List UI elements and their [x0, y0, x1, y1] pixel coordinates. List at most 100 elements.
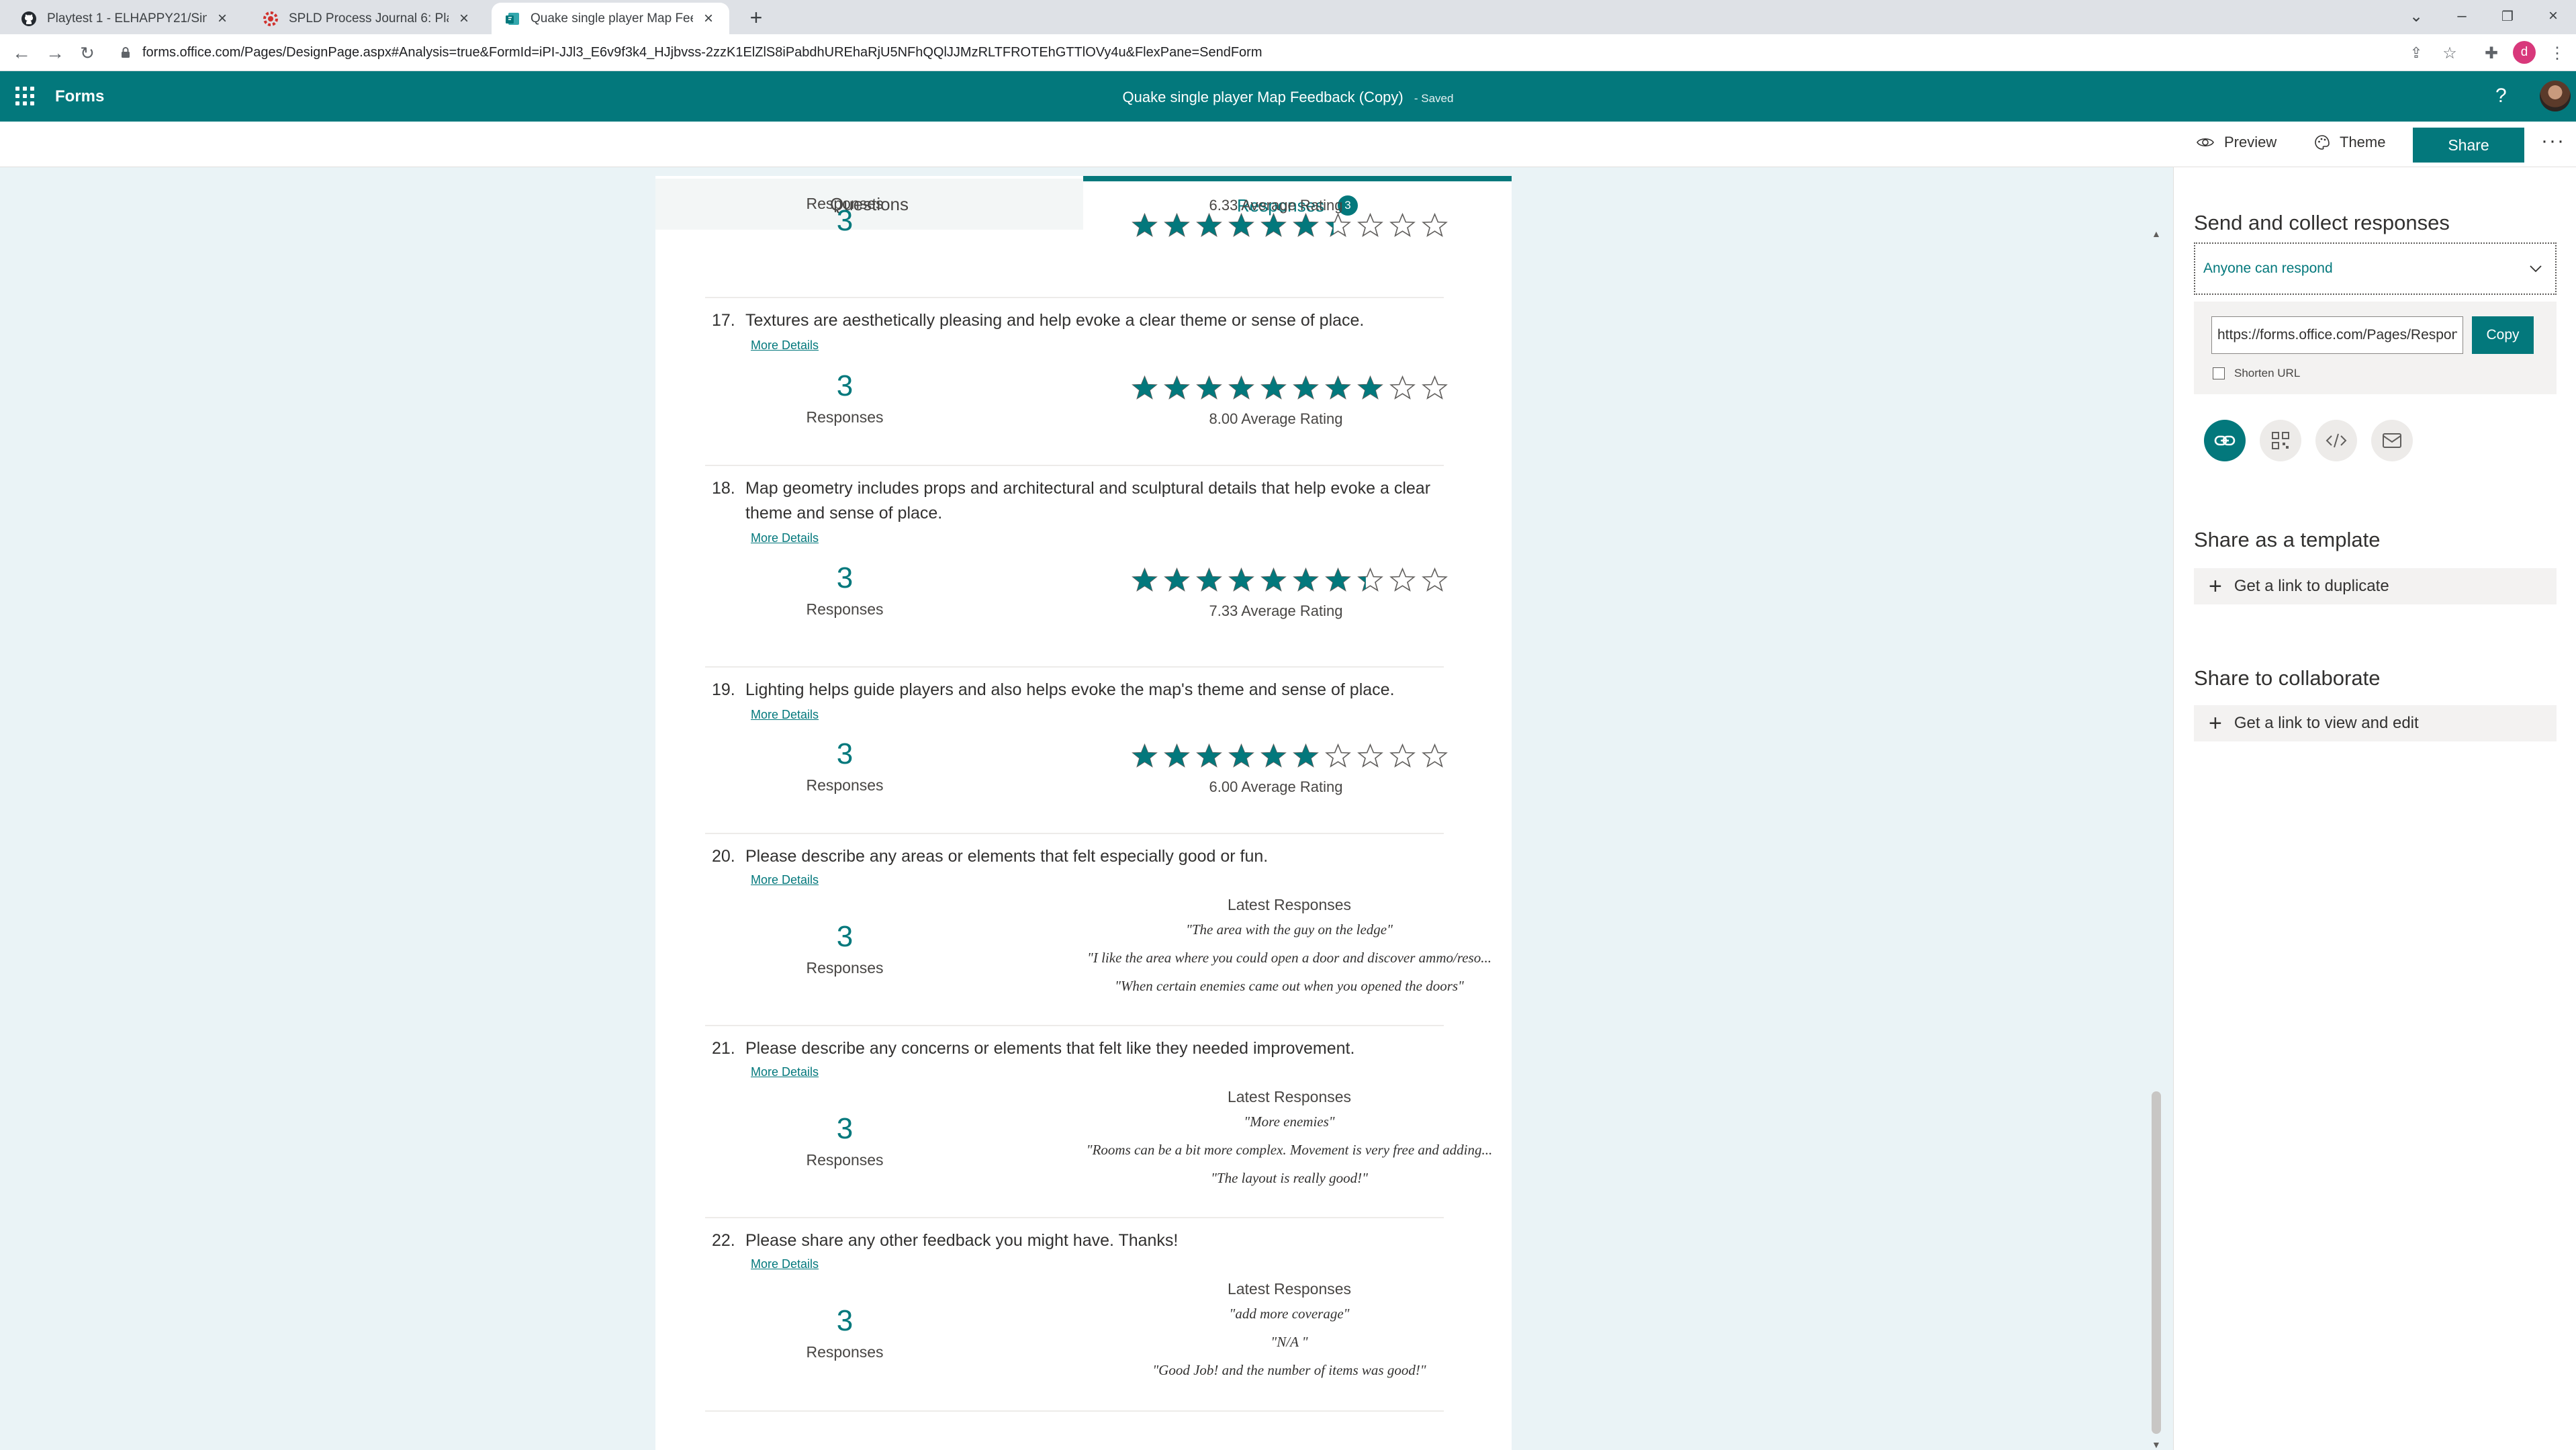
response-count: 3	[836, 369, 854, 402]
star-icon	[1132, 743, 1158, 768]
respondent-dropdown[interactable]: Anyone can respond	[2194, 242, 2557, 295]
browser-tab-journal[interactable]: SPLD Process Journal 6: Playtesti ×	[250, 3, 485, 34]
response-count: 3	[836, 561, 854, 594]
window-close-button[interactable]: ×	[2533, 3, 2573, 30]
average-rating: 6.00 Average Rating	[1209, 778, 1343, 795]
send-collect-heading: Send and collect responses	[2194, 211, 2450, 234]
question-text: Please share any other feedback you migh…	[745, 1231, 1179, 1250]
question-number: 17.	[712, 311, 735, 330]
star-icon	[1357, 567, 1383, 592]
star-icon	[1422, 567, 1448, 592]
scrollbar-thumb[interactable]	[2152, 1091, 2161, 1434]
star-icon	[1196, 567, 1222, 592]
shorten-url-checkbox[interactable]: Shorten URL	[2213, 367, 2300, 380]
address-bar: ← → ↻ forms.office.com/Pages/DesignPage.…	[0, 34, 2576, 71]
question-block: 18. Map geometry includes props and arch…	[705, 466, 1448, 668]
question-title: 20. Please describe any areas or element…	[712, 844, 1444, 869]
question-number: 20.	[712, 847, 735, 866]
more-options-icon[interactable]: ···	[2541, 130, 2565, 152]
url-field[interactable]: forms.office.com/Pages/DesignPage.aspx#A…	[118, 38, 2375, 66]
question-block: 20. Please describe any areas or element…	[705, 834, 1491, 1026]
response-count-label: Responses	[806, 1151, 884, 1169]
avatar[interactable]	[2540, 81, 2571, 111]
question-number: 18.	[712, 479, 735, 498]
browser-menu-icon[interactable]: ⋮	[2545, 41, 2569, 65]
response-count: 3	[836, 1304, 854, 1337]
plus-icon: +	[2209, 711, 2222, 736]
form-title-text: Quake single player Map Feedback (Copy)	[1122, 89, 1404, 105]
more-details-link[interactable]: More Details	[751, 1065, 819, 1079]
eye-icon	[2197, 138, 2214, 147]
collaborate-link-button[interactable]: + Get a link to view and edit	[2194, 705, 2557, 741]
copy-button[interactable]: Copy	[2472, 316, 2534, 354]
more-details-link[interactable]: More Details	[751, 708, 819, 722]
star-icon	[1260, 743, 1287, 768]
qr-code-icon[interactable]	[2260, 420, 2301, 461]
forward-arrow-icon[interactable]: →	[42, 40, 68, 66]
star-icon	[1293, 743, 1319, 768]
back-arrow-icon[interactable]: ←	[8, 40, 35, 66]
shorten-url-label: Shorten URL	[2234, 367, 2301, 379]
browser-tab-github[interactable]: Playtest 1 - ELHAPPY21/Single-Pl ×	[8, 3, 243, 34]
more-details-link[interactable]: More Details	[751, 873, 819, 887]
github-icon	[20, 10, 38, 28]
star-icon	[1389, 375, 1416, 400]
question-block: 22. Please share any other feedback you …	[705, 1218, 1444, 1412]
email-icon[interactable]	[2371, 420, 2413, 461]
scroll-up-arrow-icon[interactable]: ▲	[2152, 228, 2161, 239]
star-icon	[1260, 212, 1287, 237]
browser-tab-strip: Playtest 1 - ELHAPPY21/Single-Pl × SPLD …	[0, 0, 2576, 34]
star-icon	[1325, 212, 1351, 237]
reload-icon[interactable]: ↻	[74, 40, 101, 66]
preview-button[interactable]: Preview	[2196, 134, 2276, 151]
response-count-label: Responses	[806, 1343, 884, 1361]
main-scrollbar[interactable]: ▲ ▼	[2149, 228, 2164, 1450]
star-icon	[1228, 567, 1254, 592]
help-icon[interactable]: ?	[2495, 85, 2507, 107]
star-icon	[1228, 212, 1254, 237]
response-count-label: Responses	[806, 195, 884, 212]
settings-gear-icon	[262, 10, 279, 28]
share-page-icon[interactable]: ⇪	[2404, 41, 2428, 65]
chevron-down-icon[interactable]: ⌄	[2396, 3, 2436, 30]
star-icon	[1196, 375, 1222, 400]
latest-responses-heading: Latest Responses	[1227, 1280, 1352, 1298]
close-icon[interactable]: ×	[700, 9, 717, 28]
more-details-link[interactable]: More Details	[751, 1257, 819, 1271]
star-icon	[1228, 375, 1254, 400]
star-icon	[1228, 743, 1254, 768]
latest-response: "Good Job! and the number of items was g…	[1152, 1362, 1426, 1378]
question-text: Lighting helps guide players and also he…	[745, 680, 1395, 699]
star-icon	[1260, 567, 1287, 592]
question-title: 17. Textures are aesthetically pleasing …	[712, 308, 1444, 333]
star-icon	[1196, 212, 1222, 237]
star-rating	[1132, 567, 1454, 592]
more-details-link[interactable]: More Details	[751, 531, 819, 545]
star-icon	[1164, 743, 1190, 768]
browser-tab-forms[interactable]: Quake single player Map Feedba ×	[492, 3, 729, 34]
new-tab-button[interactable]: +	[744, 5, 768, 30]
latest-response: "add more coverage"	[1229, 1306, 1350, 1322]
response-count-label: Responses	[806, 408, 884, 426]
share-button[interactable]: Share	[2413, 128, 2524, 163]
restore-button[interactable]: ❐	[2487, 3, 2528, 30]
star-icon	[1389, 212, 1416, 237]
latest-response: "N/A "	[1271, 1334, 1308, 1350]
minimize-button[interactable]: –	[2442, 3, 2482, 30]
star-rating	[1132, 212, 1454, 238]
bookmark-star-icon[interactable]: ☆	[2438, 41, 2462, 65]
share-link-field[interactable]	[2211, 316, 2463, 354]
more-details-link[interactable]: More Details	[751, 338, 819, 353]
scroll-down-arrow-icon[interactable]: ▼	[2152, 1439, 2161, 1450]
star-rating	[1132, 375, 1454, 400]
extensions-puzzle-icon[interactable]: ✚	[2479, 41, 2503, 65]
duplicate-link-button[interactable]: + Get a link to duplicate	[2194, 568, 2557, 604]
theme-button[interactable]: Theme	[2314, 134, 2385, 151]
close-icon[interactable]: ×	[214, 9, 231, 28]
embed-code-icon[interactable]	[2315, 420, 2357, 461]
link-icon[interactable]	[2204, 420, 2246, 461]
close-icon[interactable]: ×	[455, 9, 473, 28]
question-block: 19. Lighting helps guide players and als…	[705, 668, 1448, 834]
share-panel: Send and collect responses Anyone can re…	[2173, 167, 2576, 1450]
profile-avatar[interactable]: d	[2513, 41, 2536, 64]
